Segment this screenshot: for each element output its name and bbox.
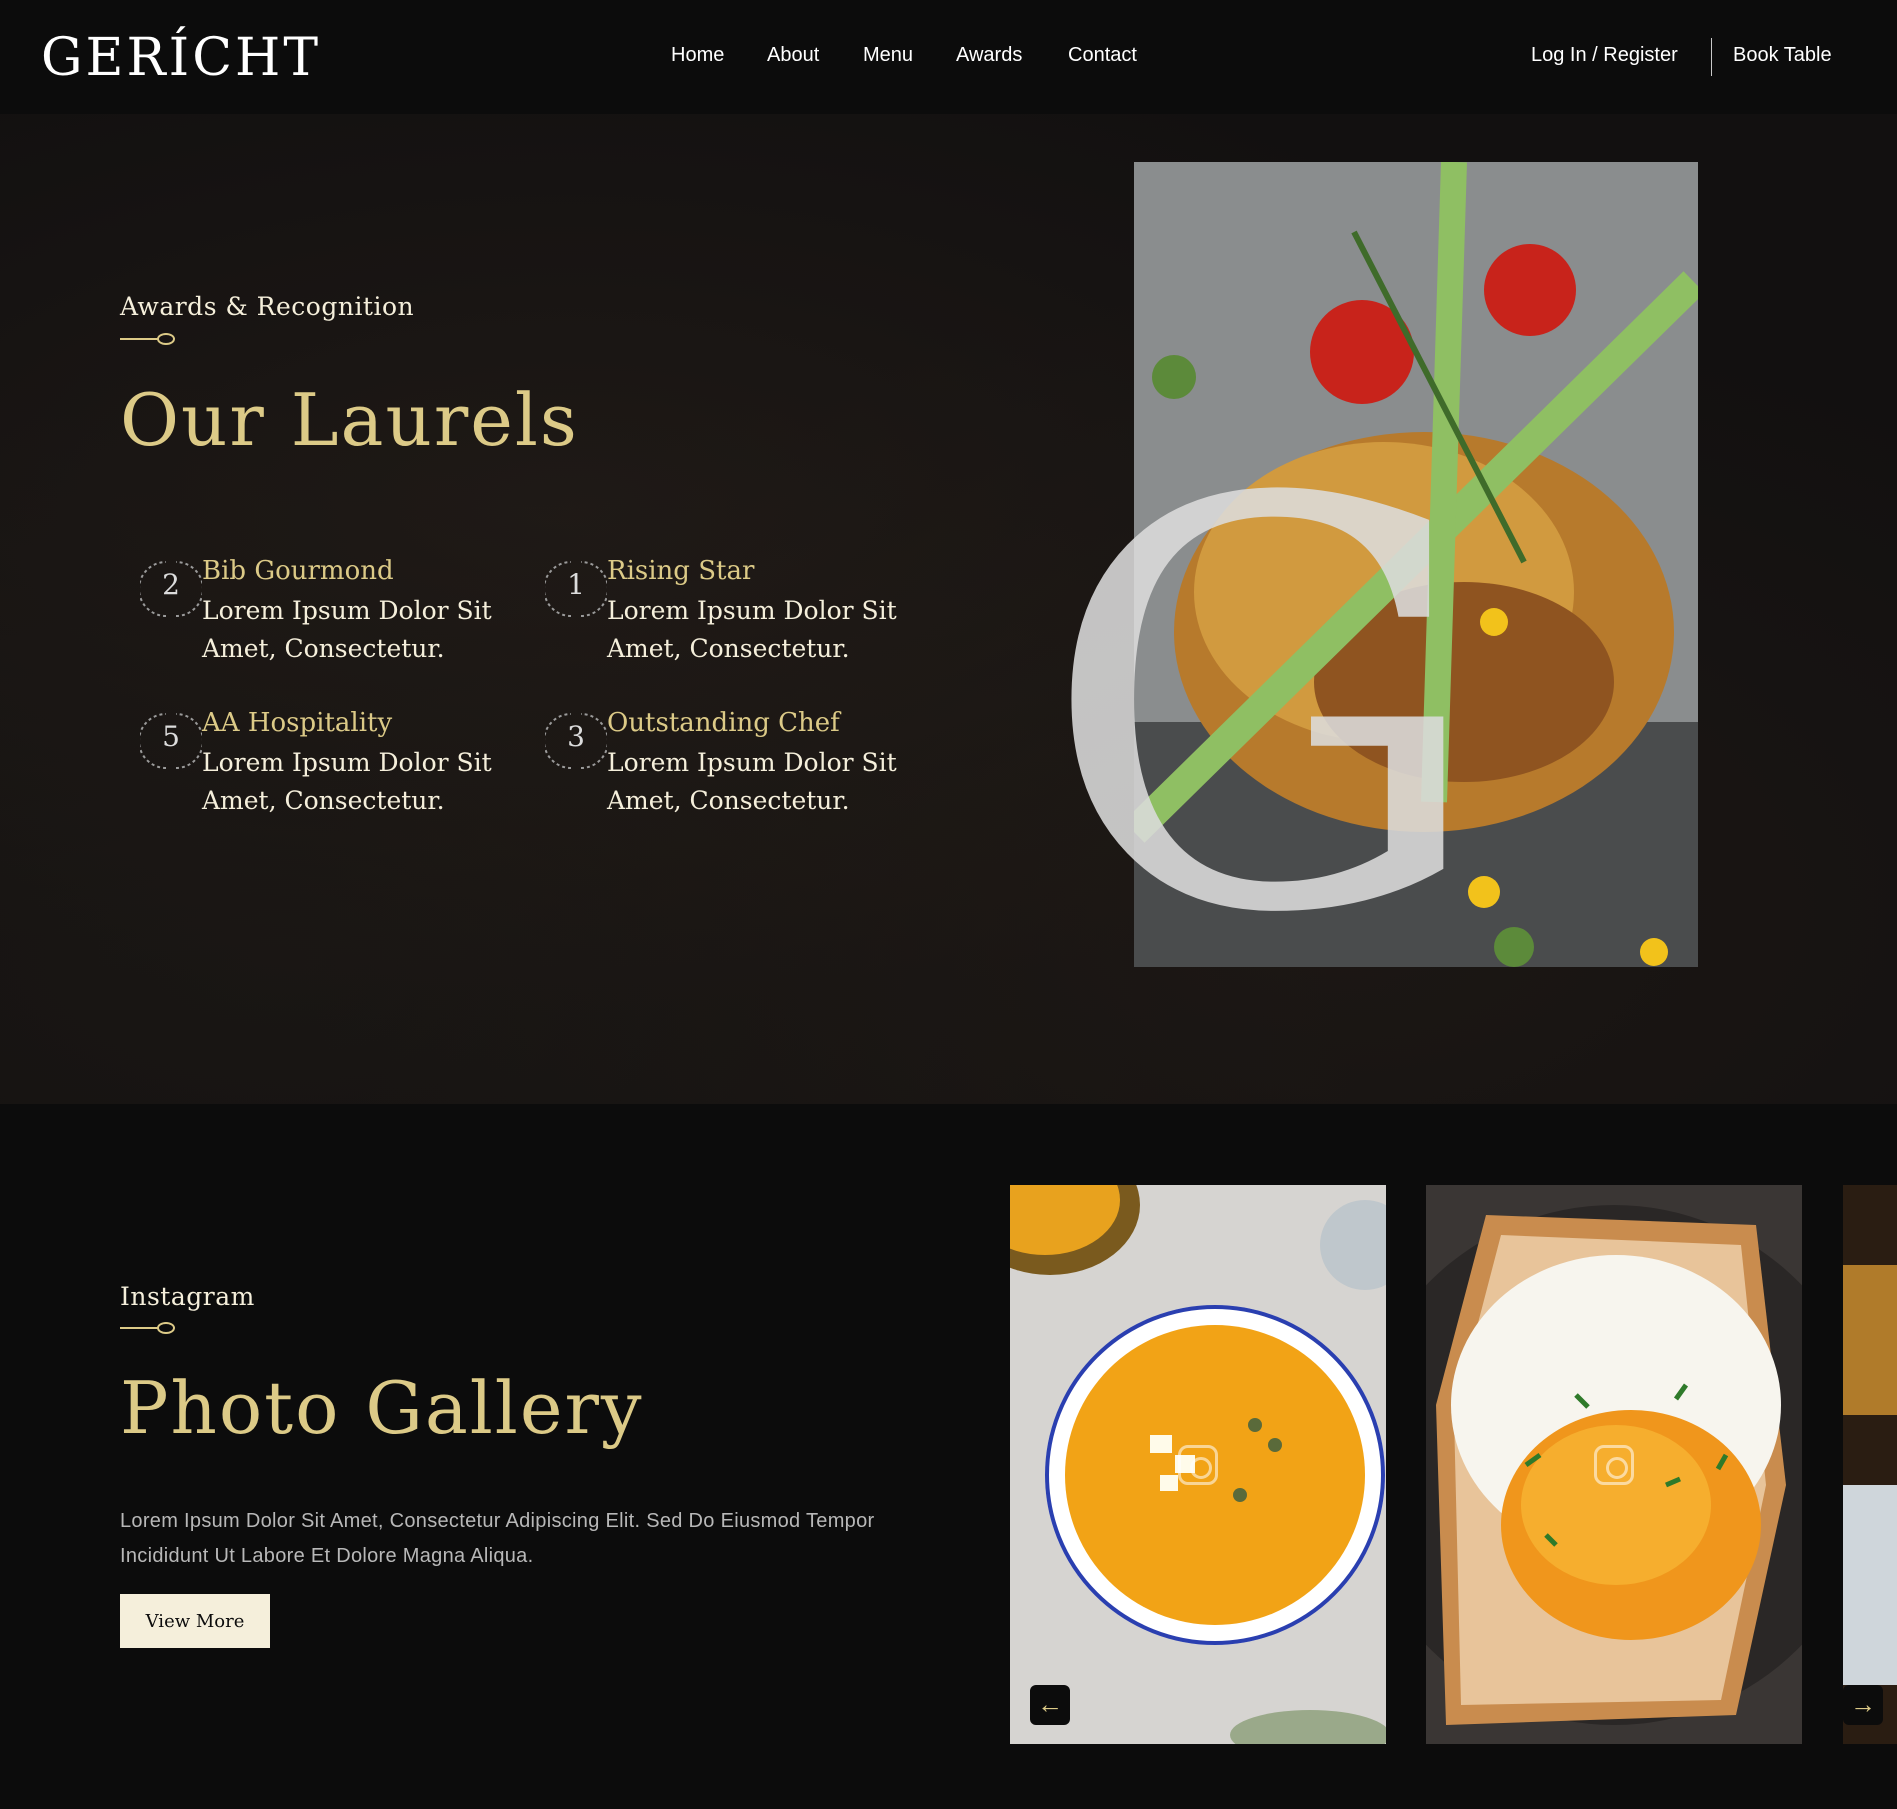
award-title: Rising Star <box>607 556 755 586</box>
spoon-icon <box>120 333 176 345</box>
award-number: 2 <box>162 568 180 601</box>
award-number: 1 <box>567 568 585 601</box>
gallery-description: Lorem Ipsum Dolor Sit Amet, Consectetur … <box>120 1510 875 1567</box>
award-item: 3 Outstanding Chef Lorem Ipsum Dolor Sit… <box>543 708 945 818</box>
laurels-food-image <box>1134 162 1698 967</box>
award-number: 3 <box>567 720 585 753</box>
award-description: Lorem Ipsum Dolor Sit Amet, Consectetur. <box>202 748 492 815</box>
arrow-right-icon[interactable]: → <box>1843 1685 1883 1725</box>
nav-link-awards[interactable]: Awards <box>956 44 1022 67</box>
gallery-image-egg[interactable] <box>1426 1185 1802 1744</box>
view-more-button[interactable]: View More <box>120 1594 270 1648</box>
instagram-icon <box>1178 1445 1218 1485</box>
navbar: GERÍCHT Home About Menu Awards Contact L… <box>0 0 1897 114</box>
gallery-image-partial[interactable]: → <box>1843 1185 1897 1744</box>
book-table-link[interactable]: Book Table <box>1733 44 1832 67</box>
award-title: Bib Gourmond <box>202 556 394 586</box>
laurels-title: Our Laurels <box>120 378 579 462</box>
award-number: 5 <box>162 720 180 753</box>
gallery-subtitle: Instagram <box>120 1282 255 1311</box>
award-description: Lorem Ipsum Dolor Sit Amet, Consectetur. <box>202 596 492 663</box>
arrow-left-icon[interactable]: ← <box>1030 1685 1070 1725</box>
nav-link-contact[interactable]: Contact <box>1068 44 1137 67</box>
login-register-link[interactable]: Log In / Register <box>1531 44 1678 67</box>
nav-link-menu[interactable]: Menu <box>863 44 913 67</box>
award-item: 2 Bib Gourmond Lorem Ipsum Dolor Sit Ame… <box>138 556 540 666</box>
award-description: Lorem Ipsum Dolor Sit Amet, Consectetur. <box>607 748 897 815</box>
nav-link-home[interactable]: Home <box>671 44 724 67</box>
nav-link-about[interactable]: About <box>767 44 819 67</box>
instagram-icon <box>1594 1445 1634 1485</box>
award-title: Outstanding Chef <box>607 708 840 738</box>
award-item: 5 AA Hospitality Lorem Ipsum Dolor Sit A… <box>138 708 540 818</box>
gallery-image-soup[interactable]: ← <box>1010 1185 1386 1744</box>
award-item: 1 Rising Star Lorem Ipsum Dolor Sit Amet… <box>543 556 945 666</box>
spoon-icon <box>120 1322 176 1334</box>
nav-divider <box>1711 38 1712 76</box>
laurels-subtitle: Awards & Recognition <box>120 292 415 321</box>
award-description: Lorem Ipsum Dolor Sit Amet, Consectetur. <box>607 596 897 663</box>
gallery-title: Photo Gallery <box>120 1366 644 1450</box>
award-title: AA Hospitality <box>202 708 393 738</box>
